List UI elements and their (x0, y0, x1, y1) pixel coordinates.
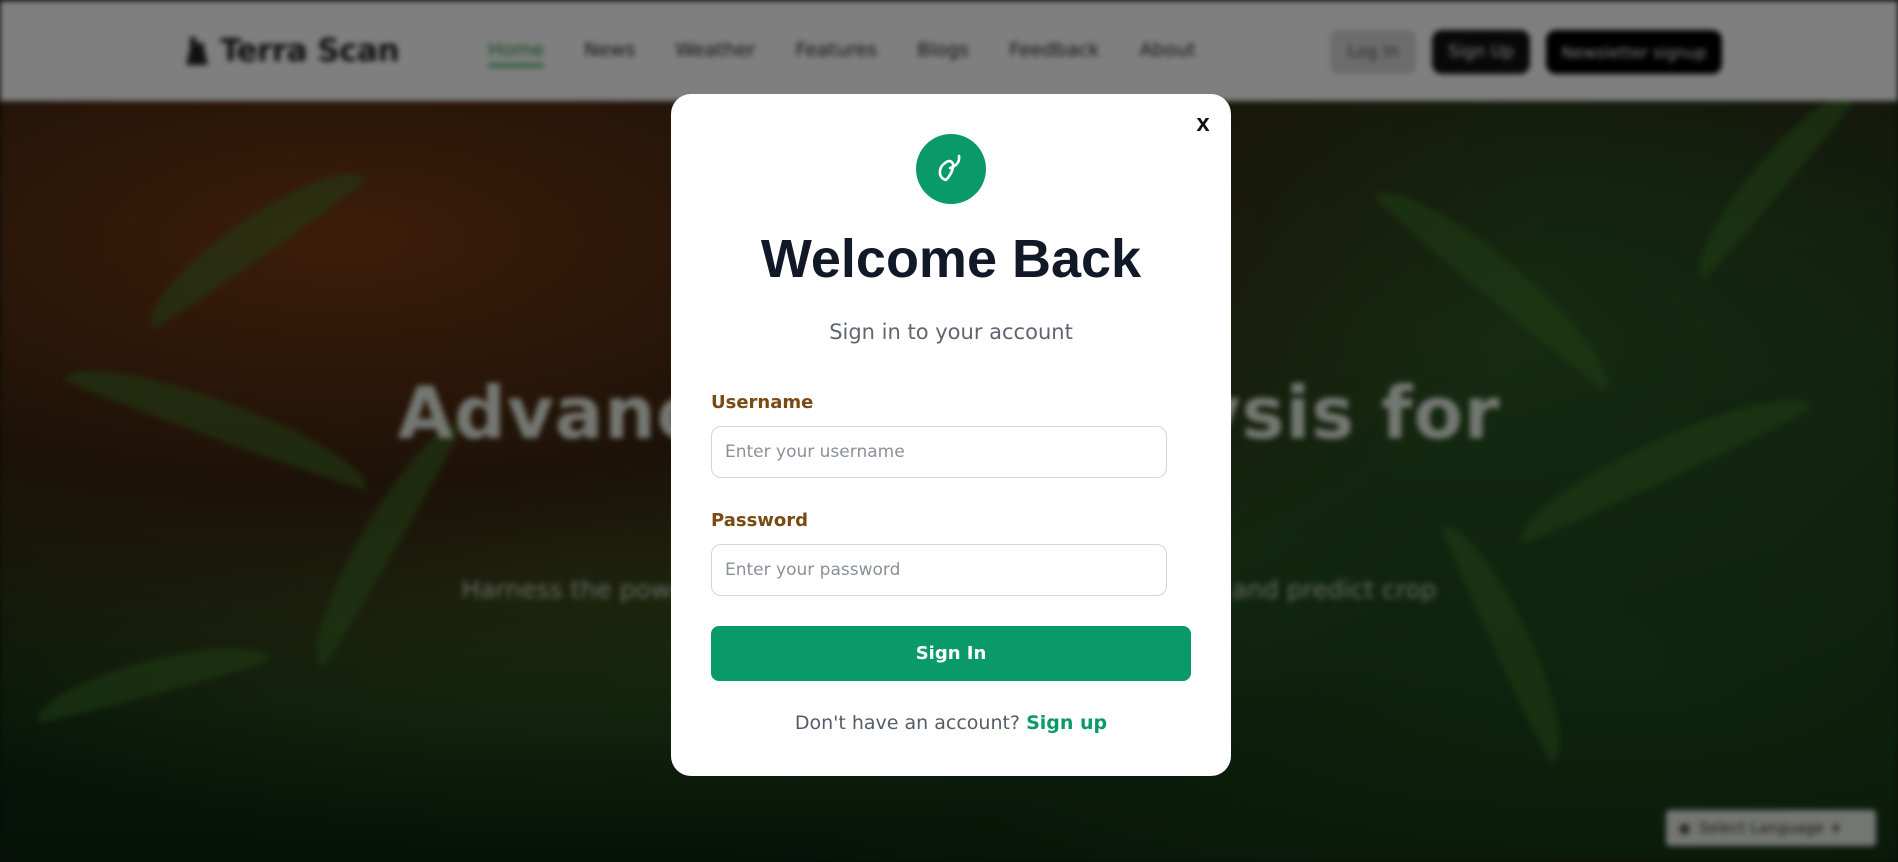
username-input[interactable] (711, 426, 1167, 478)
password-label: Password (711, 510, 809, 531)
signin-modal: x Welcome Back Sign in to your account U… (671, 94, 1231, 776)
modal-subtitle: Sign in to your account (829, 320, 1073, 344)
password-input[interactable] (711, 544, 1167, 596)
close-button[interactable]: x (1187, 108, 1219, 140)
signin-button[interactable]: Sign In (711, 626, 1191, 681)
logo-badge (916, 134, 986, 204)
signup-prompt-text: Don't have an account? (794, 712, 1021, 734)
modal-title: Welcome Back (760, 229, 1142, 289)
leaf-icon (938, 154, 961, 182)
username-label: Username (711, 392, 814, 413)
signup-link[interactable]: Sign up (1026, 712, 1107, 734)
signup-prompt: Don't have an account? Sign up (671, 712, 1231, 734)
